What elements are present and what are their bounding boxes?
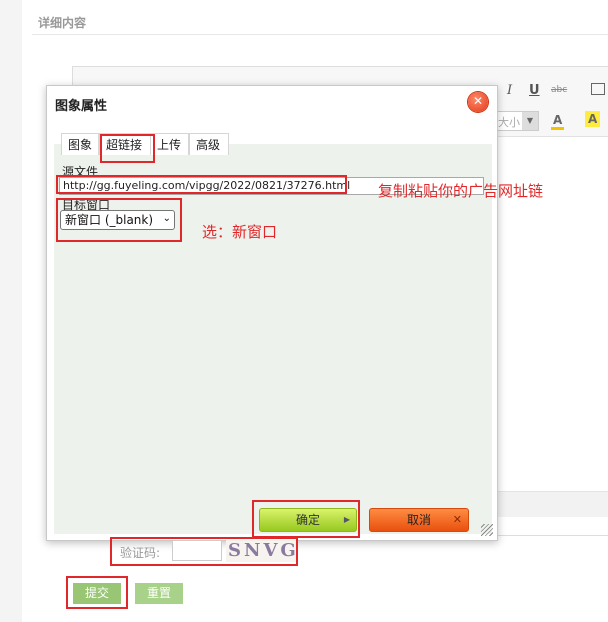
section-title: 详细内容 <box>38 16 87 30</box>
tab-advanced[interactable]: 高级 <box>189 133 229 155</box>
arrow-right-icon: ▶ <box>343 515 350 524</box>
confirm-button-label: 确定 <box>295 513 320 527</box>
underline-button[interactable]: U <box>529 83 540 98</box>
close-icon[interactable]: ✕ <box>468 92 488 112</box>
tab-hyperlink[interactable]: 超链接 <box>99 133 151 155</box>
table-icon[interactable] <box>591 83 605 95</box>
annotation-target-note: 选：新窗口 <box>202 223 278 241</box>
cancel-button-label: 取消 <box>406 513 431 527</box>
dialog-title: 图象属性 <box>55 99 108 114</box>
captcha-image[interactable]: SNVG <box>226 540 296 562</box>
image-properties-dialog: 图象属性 ✕ 图象 超链接 上传 高级 源文件 http://gg.fuyeli… <box>46 85 498 541</box>
left-gutter <box>0 0 22 622</box>
chevron-down-icon: ▼ <box>522 112 538 130</box>
background-color-button[interactable]: A <box>585 111 601 127</box>
target-window-value: 新窗口 (_blank) <box>65 213 154 227</box>
resize-grip-icon[interactable] <box>481 524 493 536</box>
target-window-select[interactable]: 新窗口 (_blank) ⌄ <box>60 210 175 230</box>
close-icon: ✕ <box>452 513 462 526</box>
confirm-button[interactable]: 确定 ▶ <box>259 508 357 532</box>
reset-button[interactable]: 重置 <box>135 583 183 604</box>
font-size-value: 大小 <box>498 116 520 129</box>
captcha-input[interactable] <box>172 540 222 561</box>
font-size-select[interactable]: 大小 ▼ <box>495 111 539 131</box>
annotation-url-note: 复制粘贴你的广告网址链 <box>378 182 544 200</box>
chevron-down-icon: ⌄ <box>162 213 171 224</box>
submit-button[interactable]: 提交 <box>73 583 121 604</box>
font-color-button[interactable]: A <box>551 113 565 130</box>
strikethrough-button[interactable]: abc <box>551 85 567 95</box>
cancel-button[interactable]: 取消 ✕ <box>369 508 469 532</box>
italic-button[interactable]: I <box>507 83 512 98</box>
tab-upload[interactable]: 上传 <box>151 133 189 155</box>
dialog-body <box>54 144 492 534</box>
captcha-label: 验证码: <box>120 546 161 560</box>
tab-image[interactable]: 图象 <box>61 133 99 155</box>
page: 详细内容 I U abc 大小 ▼ A A 图象属性 ✕ 图象 超链接 上传 高… <box>0 0 608 622</box>
section-divider <box>32 34 608 35</box>
